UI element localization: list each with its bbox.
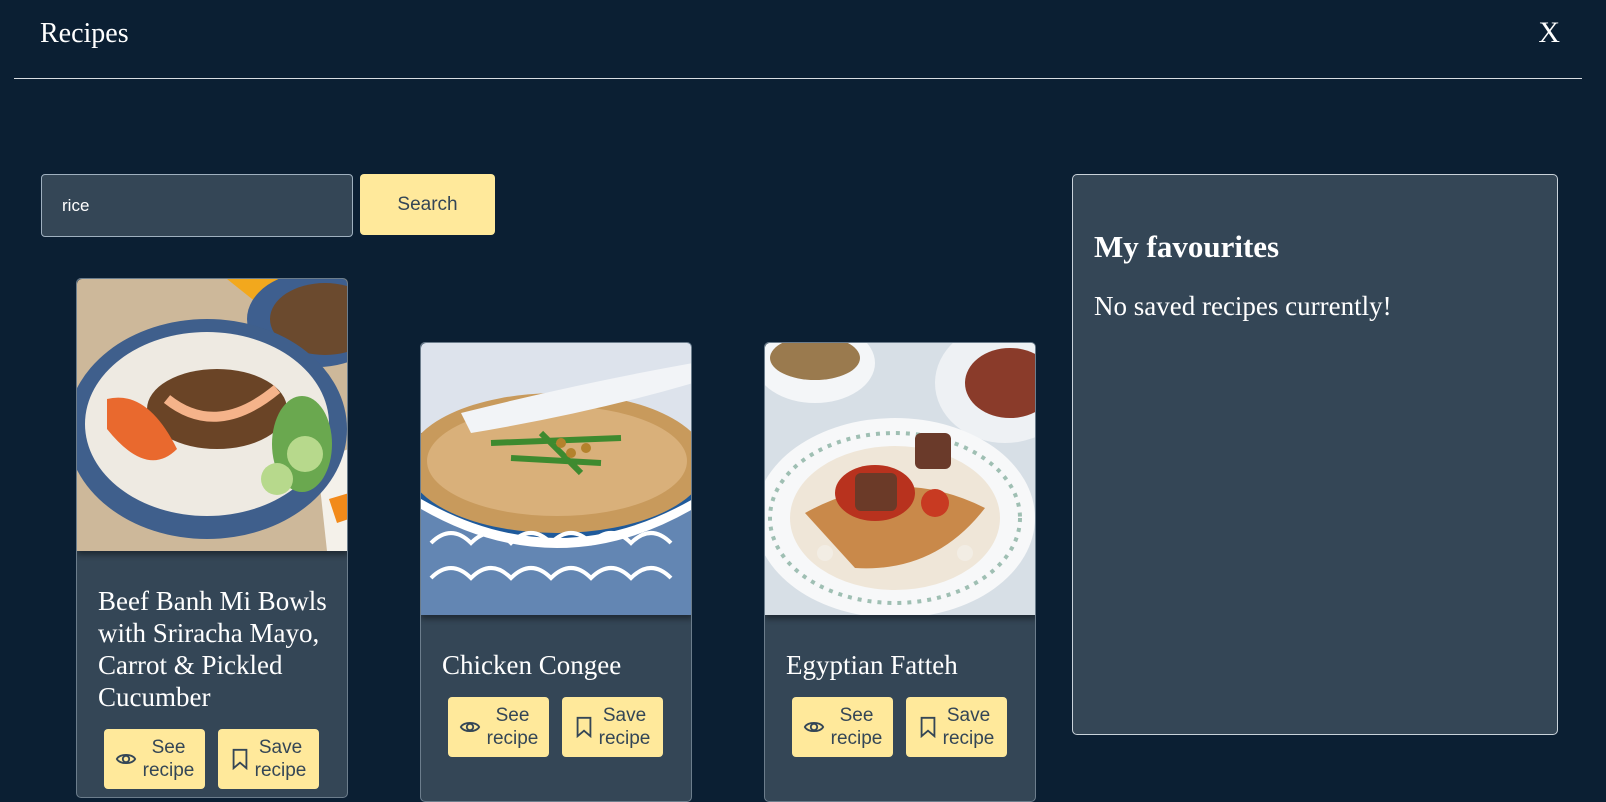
save-recipe-button[interactable]: Save recipe — [562, 697, 663, 757]
see-recipe-button[interactable]: See recipe — [792, 697, 893, 757]
save-recipe-button[interactable]: Save recipe — [218, 729, 319, 789]
recipe-title: Egyptian Fatteh — [786, 650, 958, 680]
favourites-heading: My favourites — [1094, 229, 1280, 264]
save-recipe-label: Save recipe — [942, 705, 995, 749]
recipe-title: Beef Banh Mi Bowls with Sriracha Mayo, C… — [98, 586, 327, 712]
recipe-image — [765, 343, 1035, 615]
favourites-panel: My favourites No saved recipes currently… — [1072, 174, 1558, 735]
save-recipe-button[interactable]: Save recipe — [906, 697, 1007, 757]
search-button[interactable]: Search — [360, 174, 495, 235]
bookmark-icon — [575, 716, 593, 738]
favourites-empty-message: No saved recipes currently! — [1094, 291, 1392, 321]
see-recipe-label: See recipe — [830, 705, 883, 749]
recipe-image — [421, 343, 691, 615]
app-header: Recipes X — [14, 0, 1582, 79]
close-button[interactable]: X — [1538, 16, 1560, 50]
save-recipe-label: Save recipe — [254, 737, 307, 781]
search-input[interactable] — [41, 174, 353, 237]
eye-icon — [803, 716, 825, 738]
recipe-card: Chicken Congee See recipe Save recipe — [420, 342, 692, 802]
see-recipe-button[interactable]: See recipe — [104, 729, 205, 789]
recipe-card: Egyptian Fatteh See recipe Save recipe — [764, 342, 1036, 802]
recipe-card: Beef Banh Mi Bowls with Sriracha Mayo, C… — [76, 278, 348, 798]
save-recipe-label: Save recipe — [598, 705, 651, 749]
recipe-image — [77, 279, 347, 551]
eye-icon — [459, 716, 481, 738]
recipe-title: Chicken Congee — [442, 650, 622, 680]
see-recipe-button[interactable]: See recipe — [448, 697, 549, 757]
app-title: Recipes — [40, 18, 129, 49]
bookmark-icon — [231, 748, 249, 770]
bookmark-icon — [919, 716, 937, 738]
see-recipe-label: See recipe — [486, 705, 539, 749]
see-recipe-label: See recipe — [142, 737, 195, 781]
eye-icon — [115, 748, 137, 770]
